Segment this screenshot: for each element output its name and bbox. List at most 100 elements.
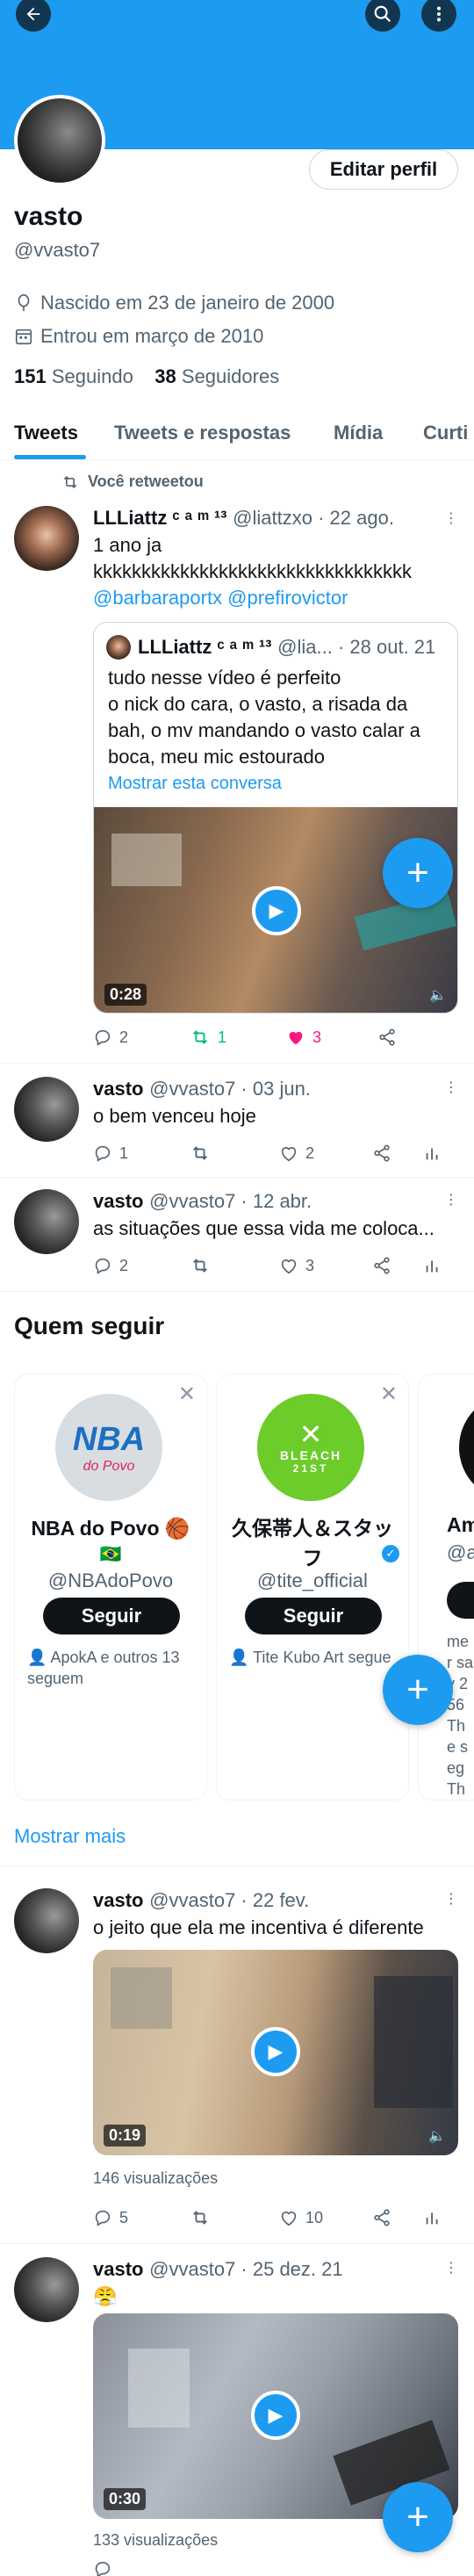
- tweet-author-name[interactable]: vasto: [93, 1190, 143, 1212]
- heart-icon: [281, 1147, 297, 1162]
- tweet-more-icon[interactable]: ⋮: [444, 2259, 458, 2277]
- tweet-mentions[interactable]: @barbaraportx @prefirovictor: [93, 585, 348, 611]
- following-count: 151: [14, 365, 47, 387]
- show-thread-link[interactable]: Mostrar esta conversa: [108, 774, 282, 794]
- retweet-count: 1: [218, 1028, 227, 1046]
- play-button[interactable]: ▶: [251, 2027, 300, 2076]
- balloon-icon: [18, 294, 30, 312]
- analytics-icon: [426, 1148, 438, 1160]
- following-link[interactable]: 151 Seguindo: [14, 365, 133, 387]
- video-duration: 0:19: [104, 2125, 147, 2147]
- profile-avatar[interactable]: [14, 95, 105, 186]
- reply-icon: [95, 1145, 111, 1162]
- compose-tweet-button[interactable]: +: [383, 2482, 453, 2552]
- like-action[interactable]: 3: [286, 1028, 321, 1047]
- analytics-action[interactable]: [423, 1144, 442, 1163]
- tab-tweets[interactable]: Tweets: [14, 422, 78, 444]
- share-icon: [374, 1144, 390, 1162]
- tab-likes[interactable]: Curti: [423, 422, 468, 444]
- reply-count: 2: [119, 1028, 129, 1046]
- tweet-more-icon[interactable]: ⋮: [444, 1890, 458, 1908]
- video-duration: 0:28: [104, 984, 147, 1006]
- follow-button[interactable]: [447, 1582, 474, 1619]
- share-icon: [379, 1028, 395, 1046]
- tweet-avatar[interactable]: [14, 1888, 79, 1953]
- tweet-more-icon[interactable]: ⋮: [444, 509, 458, 527]
- divider: [0, 1291, 474, 1292]
- follow-button[interactable]: Seguir: [245, 1598, 382, 1634]
- birth-text: Nascido em 23 de janeiro de 2000: [40, 292, 335, 314]
- share-action[interactable]: [372, 1256, 391, 1275]
- reply-icon: [95, 2210, 111, 2226]
- card-name: NBA do Povo 🏀: [31, 1517, 190, 1540]
- tweet-handle-time: @vvasto7 · 03 jun.: [149, 1078, 311, 1100]
- analytics-action[interactable]: [423, 1256, 442, 1275]
- who-to-follow-title: Quem seguir: [14, 1312, 165, 1339]
- tweet-handle-time: @vvasto7 · 22 fev.: [149, 1889, 310, 1911]
- tweet-author-name[interactable]: vasto: [93, 1889, 143, 1911]
- card-followed-by-text: ApokA e outros 13 seguem: [27, 1649, 180, 1687]
- verified-icon: ✓: [382, 1545, 399, 1562]
- followers-link[interactable]: 38 Seguidores: [154, 365, 279, 387]
- share-action[interactable]: [372, 1144, 391, 1163]
- share-action[interactable]: [372, 2208, 391, 2227]
- tweet-text: as situações que essa vida me coloca...: [93, 1217, 434, 1239]
- quoted-tweet[interactable]: LLLiattz ᶜ ᵃ ᵐ ¹³ @lia... · 28 out. 21 t…: [93, 622, 458, 1014]
- tweet-header: vasto @vvasto7 · 03 jun.: [93, 1077, 311, 1101]
- like-action[interactable]: 3: [279, 1256, 314, 1275]
- divider: [0, 1865, 474, 1866]
- tweet-author-name[interactable]: vasto: [93, 2258, 143, 2280]
- close-icon[interactable]: ✕: [380, 1382, 398, 1407]
- tweet-avatar[interactable]: [14, 1077, 79, 1142]
- like-action[interactable]: 10: [279, 2208, 323, 2227]
- tweet-author-name[interactable]: LLLiattz ᶜ ᵃ ᵐ ¹³: [93, 507, 227, 529]
- volume-icon[interactable]: 🔈: [428, 2127, 446, 2145]
- follow-card[interactable]: Am @a mer sav 256 The seg The seg: [418, 1374, 474, 1800]
- share-action[interactable]: [377, 1028, 397, 1047]
- view-count: 146 visualizações: [93, 2169, 219, 2187]
- retweet-action[interactable]: [190, 1144, 211, 1163]
- reply-action[interactable]: 1: [93, 1144, 128, 1163]
- reply-icon[interactable]: [93, 2561, 112, 2576]
- tweet-text: o jeito que ela me incentiva é diferente: [93, 1916, 424, 1938]
- quote-video[interactable]: ▶ 0:28 🔈: [94, 807, 457, 1013]
- retweet-action[interactable]: [190, 1256, 211, 1275]
- tweet-more-icon[interactable]: ⋮: [444, 1079, 458, 1096]
- analytics-action[interactable]: [423, 2208, 442, 2227]
- reply-action[interactable]: 2: [93, 1028, 128, 1047]
- profile-name: vasto: [14, 202, 83, 231]
- reply-action[interactable]: 5: [93, 2208, 128, 2227]
- close-icon[interactable]: ✕: [178, 1382, 196, 1407]
- bleach-x-icon: ✕: [298, 1418, 323, 1450]
- retweet-action[interactable]: 1: [190, 1028, 226, 1047]
- show-more-link[interactable]: Mostrar mais: [14, 1825, 126, 1848]
- follow-button[interactable]: Seguir: [43, 1598, 180, 1634]
- tweet-avatar[interactable]: [14, 1189, 79, 1254]
- tweet-header: vasto @vvasto7 · 22 fev.: [93, 1888, 309, 1913]
- follow-card[interactable]: ✕ ✕ BLEACH 21ST 久保帯人＆スタッフ @tite_official…: [216, 1374, 409, 1800]
- quote-avatar: [106, 635, 131, 660]
- reply-action[interactable]: 2: [93, 1256, 128, 1275]
- tab-media[interactable]: Mídia: [334, 422, 383, 444]
- card-name: 久保帯人＆スタッフ: [232, 1517, 393, 1569]
- compose-tweet-button[interactable]: +: [383, 1655, 453, 1725]
- reply-count: 1: [119, 1144, 129, 1162]
- tweet-avatar[interactable]: [14, 2257, 79, 2322]
- follow-card[interactable]: ✕ NBA do Povo NBA do Povo 🏀 🇧🇷 @NBAdoPov…: [14, 1374, 207, 1800]
- like-count: 10: [305, 2208, 324, 2226]
- play-button[interactable]: ▶: [251, 2391, 300, 2440]
- tweet-video[interactable]: ▶ 0:19 🔈: [93, 1950, 458, 2155]
- retweet-action[interactable]: [190, 2208, 211, 2227]
- like-action[interactable]: 2: [279, 1144, 314, 1163]
- compose-tweet-button[interactable]: +: [383, 838, 453, 908]
- tweet-more-icon[interactable]: ⋮: [444, 1191, 458, 1209]
- volume-icon[interactable]: 🔈: [429, 986, 447, 1004]
- play-button[interactable]: ▶: [252, 886, 301, 935]
- edit-profile-button[interactable]: Editar perfil: [309, 149, 458, 190]
- tweet-author-name[interactable]: vasto: [93, 1078, 143, 1100]
- heart-icon: [281, 1259, 297, 1274]
- minimap: [111, 833, 182, 886]
- tab-tweets-replies[interactable]: Tweets e respostas: [114, 422, 291, 444]
- tweet-avatar[interactable]: [14, 506, 79, 571]
- joined-info: Entrou em março de 2010: [14, 325, 263, 348]
